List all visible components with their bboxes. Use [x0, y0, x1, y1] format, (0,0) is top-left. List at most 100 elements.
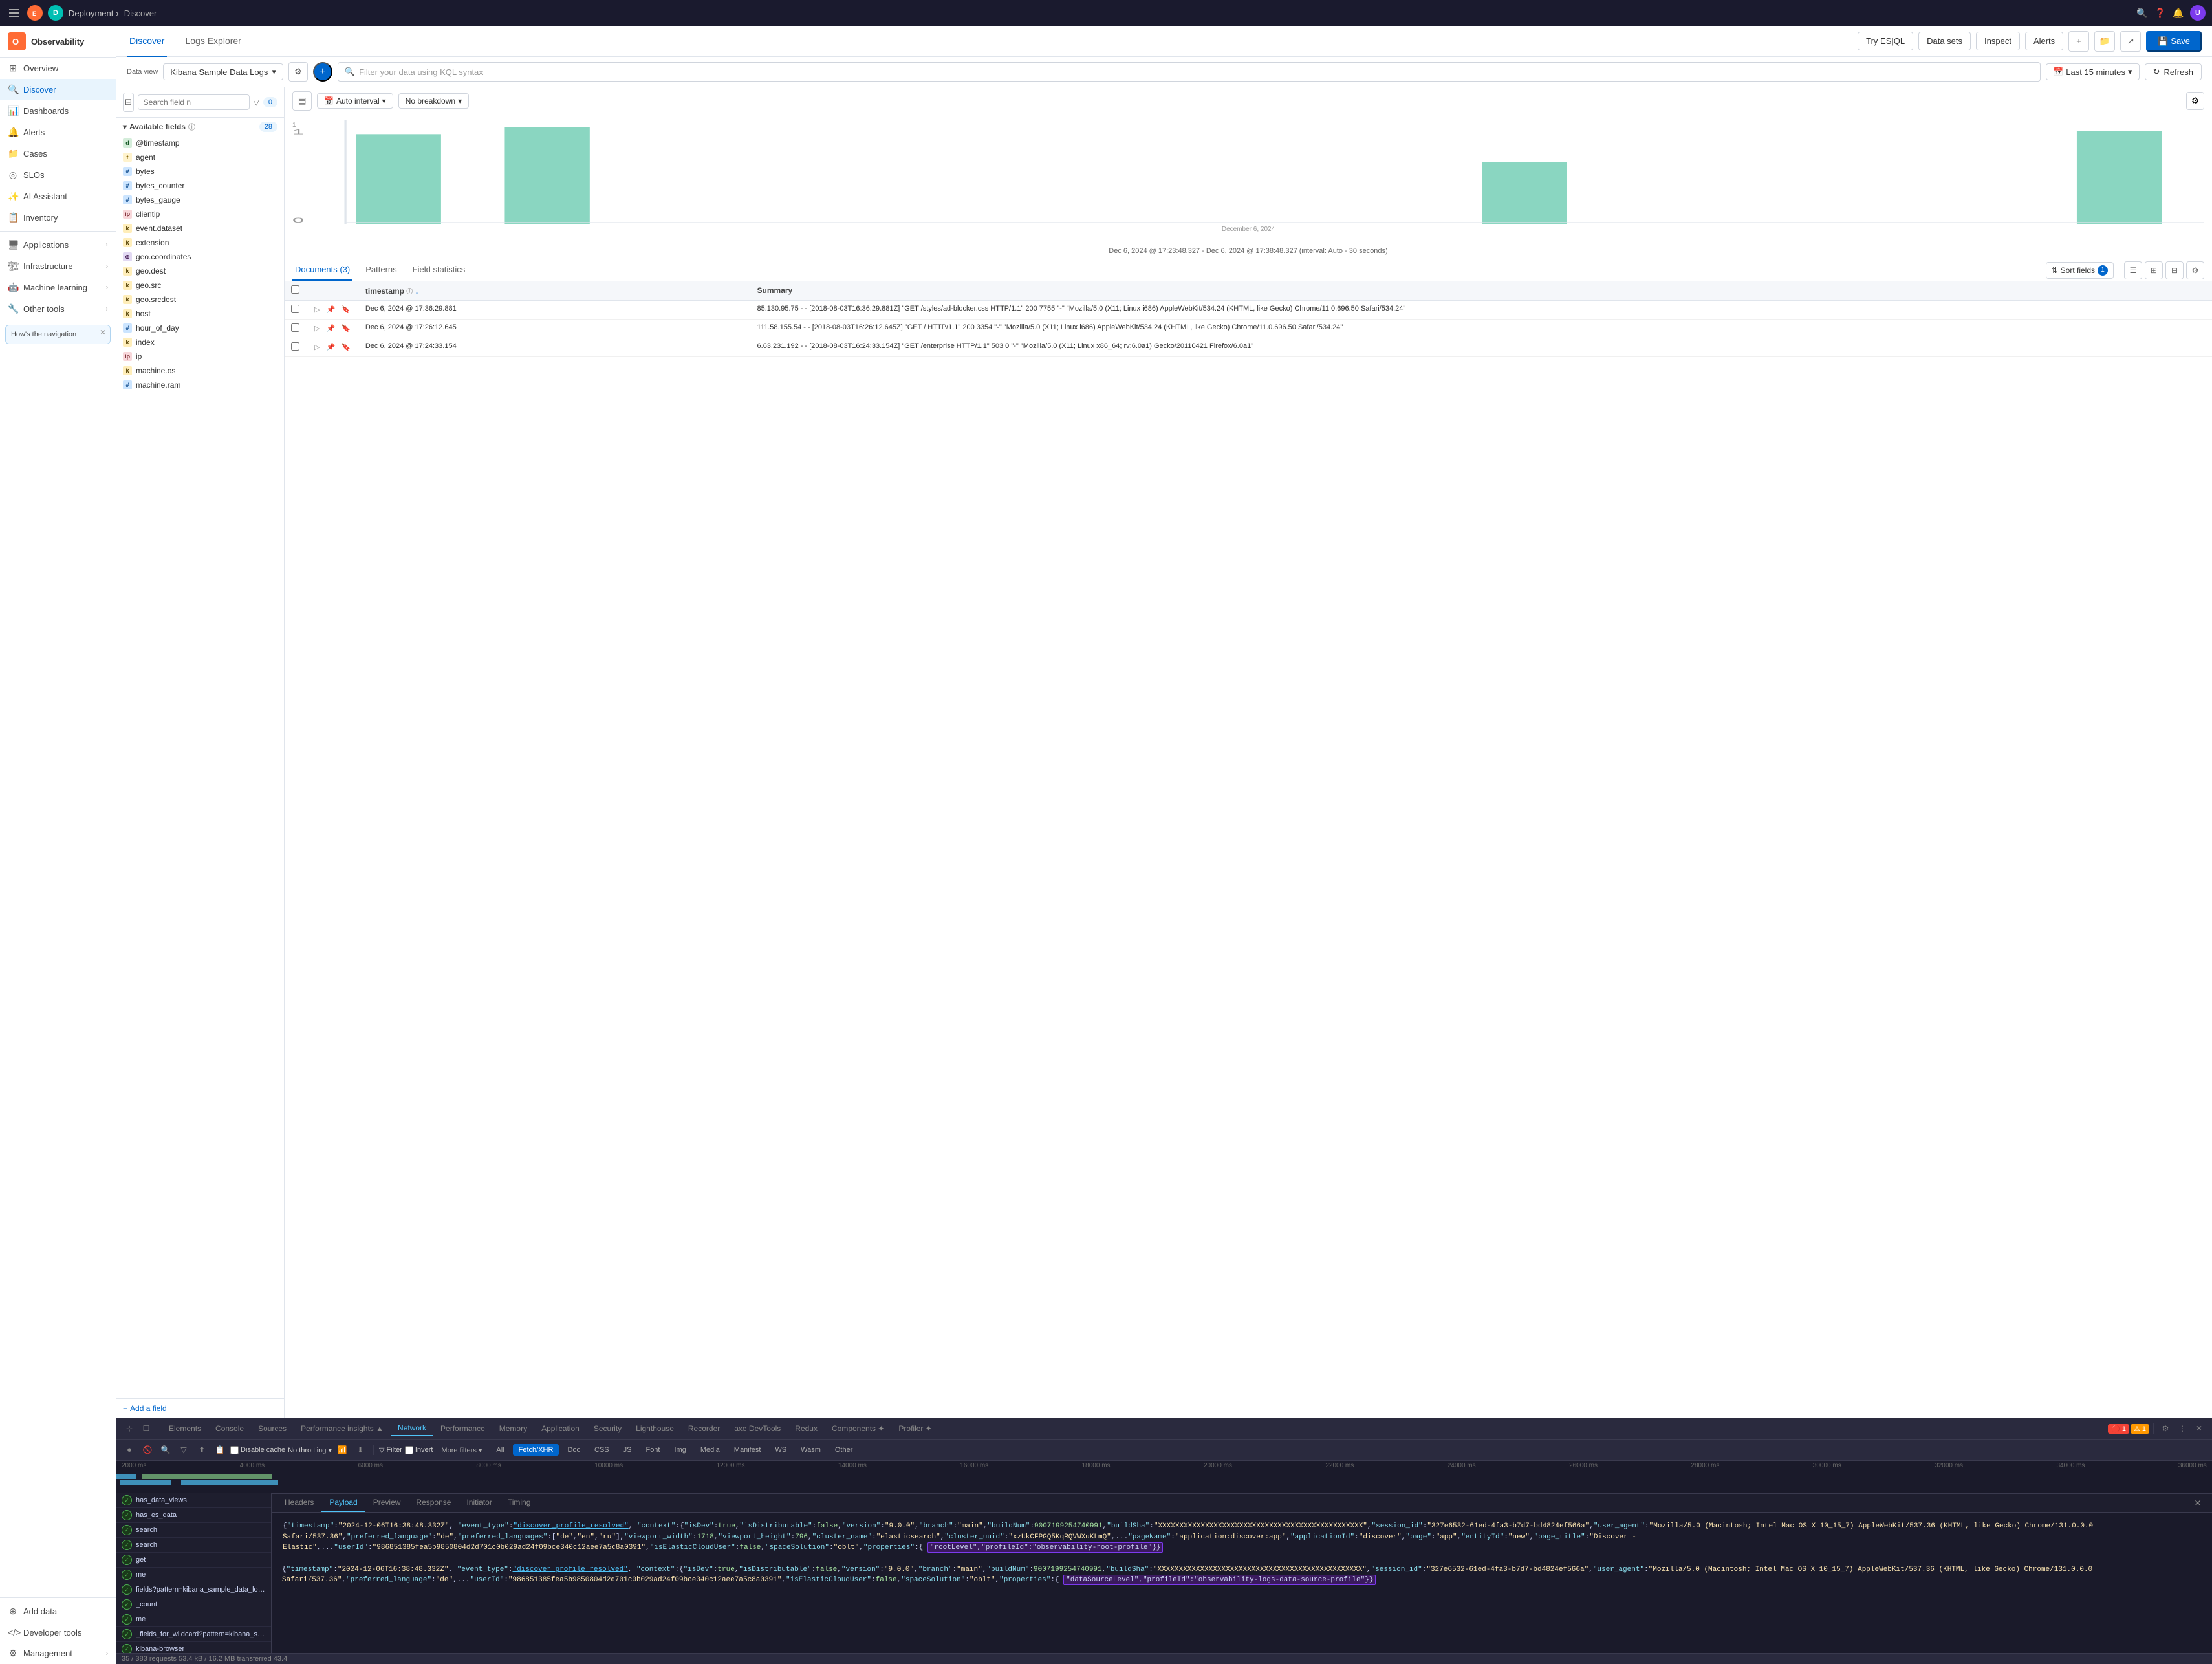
filter-doc-button[interactable]: Doc: [561, 1444, 586, 1456]
expand-row-icon[interactable]: ▷: [312, 342, 321, 352]
field-item[interactable]: # bytes_counter: [116, 179, 284, 193]
clear-icon[interactable]: 🚫: [140, 1442, 155, 1458]
request-item[interactable]: ✓ me: [116, 1568, 271, 1582]
sidebar-item-cases[interactable]: 📁 Cases: [0, 143, 116, 164]
field-item[interactable]: ⊕ geo.coordinates: [116, 250, 284, 264]
try-esql-button[interactable]: Try ES|QL: [1858, 32, 1913, 50]
payload-content[interactable]: {"timestamp":"2024-12-06T16:38:48.332Z",…: [272, 1513, 2212, 1653]
expand-row-icon[interactable]: ▷: [312, 323, 321, 333]
time-picker[interactable]: 📅 Last 15 minutes ▾: [2046, 63, 2140, 80]
sidebar-item-developer-tools[interactable]: </> Developer tools: [0, 1622, 116, 1643]
devtools-tab-profiler[interactable]: Profiler ✦: [892, 1421, 938, 1436]
search-icon[interactable]: 🔍: [2136, 6, 2149, 19]
notifications-icon[interactable]: 🔔: [2172, 6, 2185, 19]
devtools-tab-console[interactable]: Console: [209, 1421, 250, 1436]
fields-search-input[interactable]: [138, 94, 250, 110]
alerts-button[interactable]: Alerts: [2025, 32, 2063, 50]
devtools-elements-icon[interactable]: ☐: [138, 1421, 154, 1436]
data-sets-button[interactable]: Data sets: [1918, 32, 1971, 50]
request-item[interactable]: ✓ _fields_for_wildcard?pattern=kibana_sa…: [116, 1627, 271, 1642]
req-tab-initiator[interactable]: Initiator: [459, 1494, 499, 1512]
devtools-tab-performance[interactable]: Performance: [434, 1421, 492, 1436]
devtools-tab-elements[interactable]: Elements: [162, 1421, 208, 1436]
sidebar-item-overview[interactable]: ⊞ Overview: [0, 58, 116, 79]
filter-ws-button[interactable]: WS: [769, 1444, 792, 1456]
devtools-tab-recorder[interactable]: Recorder: [682, 1421, 726, 1436]
expand-row-icon[interactable]: ▷: [312, 305, 321, 314]
field-item[interactable]: k geo.src: [116, 278, 284, 292]
histogram-settings-button[interactable]: ⚙: [2186, 92, 2204, 110]
tab-discover[interactable]: Discover: [127, 26, 167, 57]
preserve-log-icon[interactable]: 📋: [212, 1442, 228, 1458]
devtools-tab-redux[interactable]: Redux: [788, 1421, 824, 1436]
timestamp-cell-2[interactable]: Dec 6, 2024 @ 17:24:33.154: [359, 338, 751, 357]
devtools-tab-axe[interactable]: axe DevTools: [728, 1421, 787, 1436]
devtools-tab-application[interactable]: Application: [535, 1421, 586, 1436]
tab-field-statistics[interactable]: Field statistics: [410, 259, 468, 281]
sidebar-item-applications[interactable]: 🖥 Applications ›: [0, 234, 116, 256]
share-button[interactable]: ↗: [2120, 31, 2141, 52]
field-item[interactable]: # machine.ram: [116, 378, 284, 392]
save-row-icon[interactable]: 🔖: [340, 323, 352, 333]
add-field-link[interactable]: + Add a field: [116, 1398, 284, 1418]
download-har-icon[interactable]: ⬇: [352, 1442, 368, 1458]
row-checkbox-1[interactable]: [291, 323, 299, 332]
timestamp-header[interactable]: timestamp ⓘ ↓: [359, 281, 751, 300]
sidebar-item-dashboards[interactable]: 📊 Dashboards: [0, 100, 116, 122]
errors-badge[interactable]: 🔴 1: [2108, 1424, 2129, 1434]
save-row-icon[interactable]: 🔖: [340, 305, 352, 314]
devtools-more-icon[interactable]: ⋮: [2174, 1421, 2190, 1436]
filter-wasm-button[interactable]: Wasm: [795, 1444, 827, 1456]
pin-row-icon[interactable]: 📌: [324, 342, 337, 352]
ai-banner-close[interactable]: ✕: [100, 328, 106, 337]
warnings-badge[interactable]: ⚠ 1: [2131, 1424, 2149, 1434]
field-item[interactable]: k machine.os: [116, 364, 284, 378]
disable-cache-checkbox[interactable]: [230, 1446, 239, 1454]
devtools-tab-sources[interactable]: Sources: [252, 1421, 293, 1436]
list-view-button[interactable]: ☰: [2124, 261, 2142, 279]
request-item[interactable]: ✓ has_data_views: [116, 1493, 271, 1508]
chart-toggle-button[interactable]: ▤: [292, 91, 312, 111]
field-item[interactable]: # hour_of_day: [116, 321, 284, 335]
save-button[interactable]: 💾 Save: [2146, 31, 2202, 52]
inspect-button[interactable]: Inspect: [1976, 32, 2020, 50]
network-timeline[interactable]: 2000 ms 4000 ms 6000 ms 8000 ms 10000 ms…: [116, 1461, 2212, 1493]
req-tab-payload[interactable]: Payload: [321, 1494, 365, 1512]
add-filter-button[interactable]: +: [313, 62, 332, 82]
request-item[interactable]: ✓ kibana-browser: [116, 1642, 271, 1653]
sidebar-item-add-data[interactable]: ⊕ Add data: [0, 1601, 116, 1622]
no-throttling-label[interactable]: No throttling ▾: [288, 1446, 332, 1454]
select-all-checkbox[interactable]: [291, 285, 299, 294]
filter-manifest-button[interactable]: Manifest: [728, 1444, 767, 1456]
auto-interval-button[interactable]: 📅 Auto interval ▾: [317, 93, 393, 109]
devtools-tab-components[interactable]: Components ✦: [825, 1421, 891, 1436]
tab-patterns[interactable]: Patterns: [363, 259, 399, 281]
sidebar-item-ml[interactable]: 🤖 Machine learning ›: [0, 277, 116, 298]
table-row[interactable]: ▷ 📌 🔖 Dec 6, 2024 @ 17:24:33.154 6.63.23…: [285, 338, 2212, 357]
devtools-tab-performance-insights[interactable]: Performance insights ▲: [294, 1421, 390, 1436]
sidebar-item-alerts[interactable]: 🔔 Alerts: [0, 122, 116, 143]
request-item[interactable]: ✓ fields?pattern=kibana_sample_data_logs…: [116, 1582, 271, 1597]
field-item[interactable]: k event.dataset: [116, 221, 284, 235]
devtools-tab-security[interactable]: Security: [587, 1421, 628, 1436]
field-item[interactable]: t agent: [116, 150, 284, 164]
collapse-fields-button[interactable]: ⊟: [123, 93, 134, 112]
devtools-settings-icon[interactable]: ⚙: [2158, 1421, 2173, 1436]
sidebar-item-infrastructure[interactable]: 🏗 Infrastructure ›: [0, 256, 116, 277]
request-item[interactable]: ✓ me: [116, 1612, 271, 1627]
devtools-tab-memory[interactable]: Memory: [493, 1421, 534, 1436]
devtools-tab-network[interactable]: Network: [391, 1421, 433, 1436]
histogram-chart[interactable]: 1 0 17:24 17:25 17:26 17:27 17:28 17:29 …: [292, 120, 2204, 224]
filter-network-icon[interactable]: ▽: [176, 1442, 191, 1458]
more-filters-button[interactable]: More filters ▾: [435, 1444, 488, 1456]
row-checkbox-0[interactable]: [291, 305, 299, 313]
tab-logs-explorer[interactable]: Logs Explorer: [182, 26, 243, 57]
request-item[interactable]: ✓ search: [116, 1523, 271, 1538]
sidebar-item-ai-assistant[interactable]: ✨ AI Assistant: [0, 186, 116, 207]
filter-fetch-xhr-button[interactable]: Fetch/XHR: [513, 1444, 559, 1456]
request-detail-close[interactable]: ✕: [2189, 1494, 2207, 1512]
filter-media-button[interactable]: Media: [695, 1444, 726, 1456]
grid-view-button[interactable]: ⊞: [2145, 261, 2163, 279]
sidebar-item-discover[interactable]: 🔍 Discover: [0, 79, 116, 100]
compare-view-button[interactable]: ⊟: [2165, 261, 2184, 279]
